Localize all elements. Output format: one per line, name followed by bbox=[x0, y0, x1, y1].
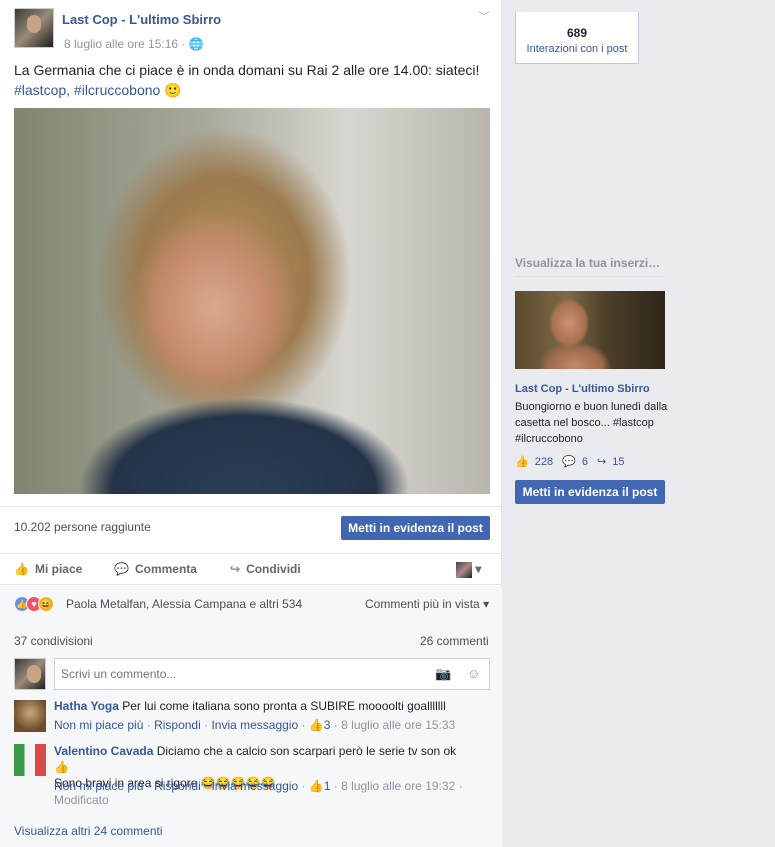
unlike-link[interactable]: Non mi piace più bbox=[54, 718, 143, 732]
like-button[interactable]: 👍 Mi piace bbox=[14, 562, 82, 576]
comment-text: Diciamo che a calcio son scarpari però l… bbox=[156, 744, 457, 758]
promo-shares: 15 bbox=[612, 456, 625, 468]
post-date[interactable]: 8 luglio alle ore 15:16 bbox=[64, 37, 178, 51]
post-body: La Germania che ci piace è in onda doman… bbox=[14, 62, 480, 78]
promo-boost-button[interactable]: Metti in evidenza il post bbox=[515, 480, 665, 504]
separator: · bbox=[181, 37, 189, 51]
share-label: Condividi bbox=[246, 562, 301, 576]
likers-list[interactable]: Paola Metalfan, Alessia Campana e altri … bbox=[66, 597, 302, 611]
promo-page-name[interactable]: Last Cop - L'ultimo Sbirro bbox=[515, 383, 650, 395]
commenter-avatar[interactable] bbox=[14, 700, 46, 732]
message-link[interactable]: Invia messaggio bbox=[211, 718, 298, 732]
reply-link[interactable]: Rispondi bbox=[154, 779, 201, 793]
interactions-count: 689 bbox=[566, 26, 588, 40]
chevron-down-icon[interactable]: ﹀ bbox=[478, 8, 490, 25]
comment-button[interactable]: 💬 Commenta bbox=[114, 562, 197, 576]
comment-order-selector[interactable]: Commenti più in vista ▾ bbox=[365, 597, 489, 611]
comment-actions: Non mi piace più · Rispondi · Invia mess… bbox=[54, 779, 463, 807]
post-interactions-box[interactable]: 689 Interazioni con i post bbox=[515, 12, 639, 64]
comment-body: Hatha Yoga Per lui come italiana sono pr… bbox=[54, 698, 474, 714]
caret-down-icon: ▾ bbox=[483, 597, 490, 611]
reply-link[interactable]: Rispondi bbox=[154, 718, 201, 732]
comment-order-label: Commenti più in vista bbox=[365, 597, 480, 611]
comment-input[interactable] bbox=[61, 667, 421, 681]
comment-author[interactable]: Hatha Yoga bbox=[54, 699, 119, 713]
comments-area: 👍 ♥ 😆 Paola Metalfan, Alessia Campana e … bbox=[0, 586, 502, 847]
promo-thumbnail[interactable] bbox=[515, 291, 665, 369]
comment-like-count[interactable]: 1 bbox=[324, 779, 331, 793]
comment-label: Commenta bbox=[134, 562, 197, 576]
sticker-icon[interactable]: ☺ bbox=[467, 666, 480, 681]
action-bar: 👍 Mi piace 💬 Commenta ↪ Condividi ▾ bbox=[0, 553, 502, 585]
actor-avatar bbox=[456, 562, 472, 578]
commenter-avatar[interactable] bbox=[14, 744, 46, 776]
comments-count[interactable]: 26 commenti bbox=[420, 634, 489, 648]
post-meta: 8 luglio alle ore 15:16 · 🌐 bbox=[64, 37, 204, 51]
caret-down-icon: ▾ bbox=[475, 562, 482, 577]
thumbs-up-icon: 👍 bbox=[14, 562, 29, 576]
comment-like-count[interactable]: 3 bbox=[324, 718, 331, 732]
promo-comments: 6 bbox=[581, 456, 588, 468]
shares-count[interactable]: 37 condivisioni bbox=[14, 634, 93, 648]
post-photo[interactable] bbox=[14, 108, 490, 494]
divider bbox=[515, 276, 665, 277]
page-avatar[interactable] bbox=[14, 8, 54, 48]
my-avatar bbox=[14, 658, 46, 690]
promo-likes: 228 bbox=[534, 456, 554, 468]
thumbs-up-icon[interactable]: 👍 bbox=[54, 760, 69, 774]
reach-count[interactable]: 10.202 persone raggiunte bbox=[14, 520, 151, 534]
share-icon: ↪ bbox=[230, 562, 241, 576]
thumbs-up-icon: 👍 bbox=[308, 779, 324, 793]
edited-label[interactable]: Modificato bbox=[54, 793, 109, 807]
haha-reaction-icon: 😆 bbox=[38, 596, 54, 612]
camera-icon[interactable]: 📷 bbox=[435, 666, 451, 682]
comment-icon: 💬 bbox=[114, 562, 129, 576]
globe-icon: 🌐 bbox=[188, 37, 204, 51]
comment-composer[interactable]: 📷 ☺ bbox=[54, 658, 490, 690]
comment-time[interactable]: 8 luglio alle ore 19:32 bbox=[341, 779, 455, 793]
promo-text: Buongiorno e buon lunedì dalla casetta n… bbox=[515, 401, 668, 445]
message-link[interactable]: Invia messaggio bbox=[211, 779, 298, 793]
share-button[interactable]: ↪ Condividi bbox=[230, 562, 301, 576]
post-as-selector[interactable]: ▾ bbox=[456, 562, 481, 578]
post-hashtags[interactable]: #lastcop, #ilcruccobono bbox=[14, 82, 160, 98]
promo-stats: 👍 228 💬 6 ↪ 15 bbox=[515, 455, 630, 468]
thumbs-up-icon: 👍 bbox=[515, 456, 529, 468]
post-card: Last Cop - L'ultimo Sbirro 8 luglio alle… bbox=[0, 0, 502, 847]
comment-author[interactable]: Valentino Cavada bbox=[54, 744, 153, 758]
smile-emoji: 🙂 bbox=[164, 82, 182, 98]
comment-icon: 💬 bbox=[562, 456, 576, 468]
like-label: Mi piace bbox=[34, 562, 83, 576]
view-more-comments-link[interactable]: Visualizza altri 24 commenti bbox=[14, 824, 163, 838]
comment-text: Per lui come italiana sono pronta a SUBI… bbox=[122, 699, 446, 713]
page-name-link[interactable]: Last Cop - L'ultimo Sbirro bbox=[62, 12, 221, 27]
interactions-label: Interazioni con i post bbox=[526, 43, 628, 55]
reach-row: 10.202 persone raggiunte Metti in eviden… bbox=[0, 506, 502, 552]
comment-actions: Non mi piace più · Rispondi · Invia mess… bbox=[54, 718, 456, 732]
boost-post-button[interactable]: Metti in evidenza il post bbox=[341, 516, 490, 540]
comment-time[interactable]: 8 luglio alle ore 15:33 bbox=[341, 718, 455, 732]
promo-heading[interactable]: Visualizza la tua inserzio... bbox=[515, 256, 665, 270]
thumbs-up-icon: 👍 bbox=[308, 718, 324, 732]
post-text: La Germania che ci piace è in onda doman… bbox=[14, 60, 494, 100]
unlike-link[interactable]: Non mi piace più bbox=[54, 779, 143, 793]
share-icon: ↪ bbox=[597, 456, 607, 468]
